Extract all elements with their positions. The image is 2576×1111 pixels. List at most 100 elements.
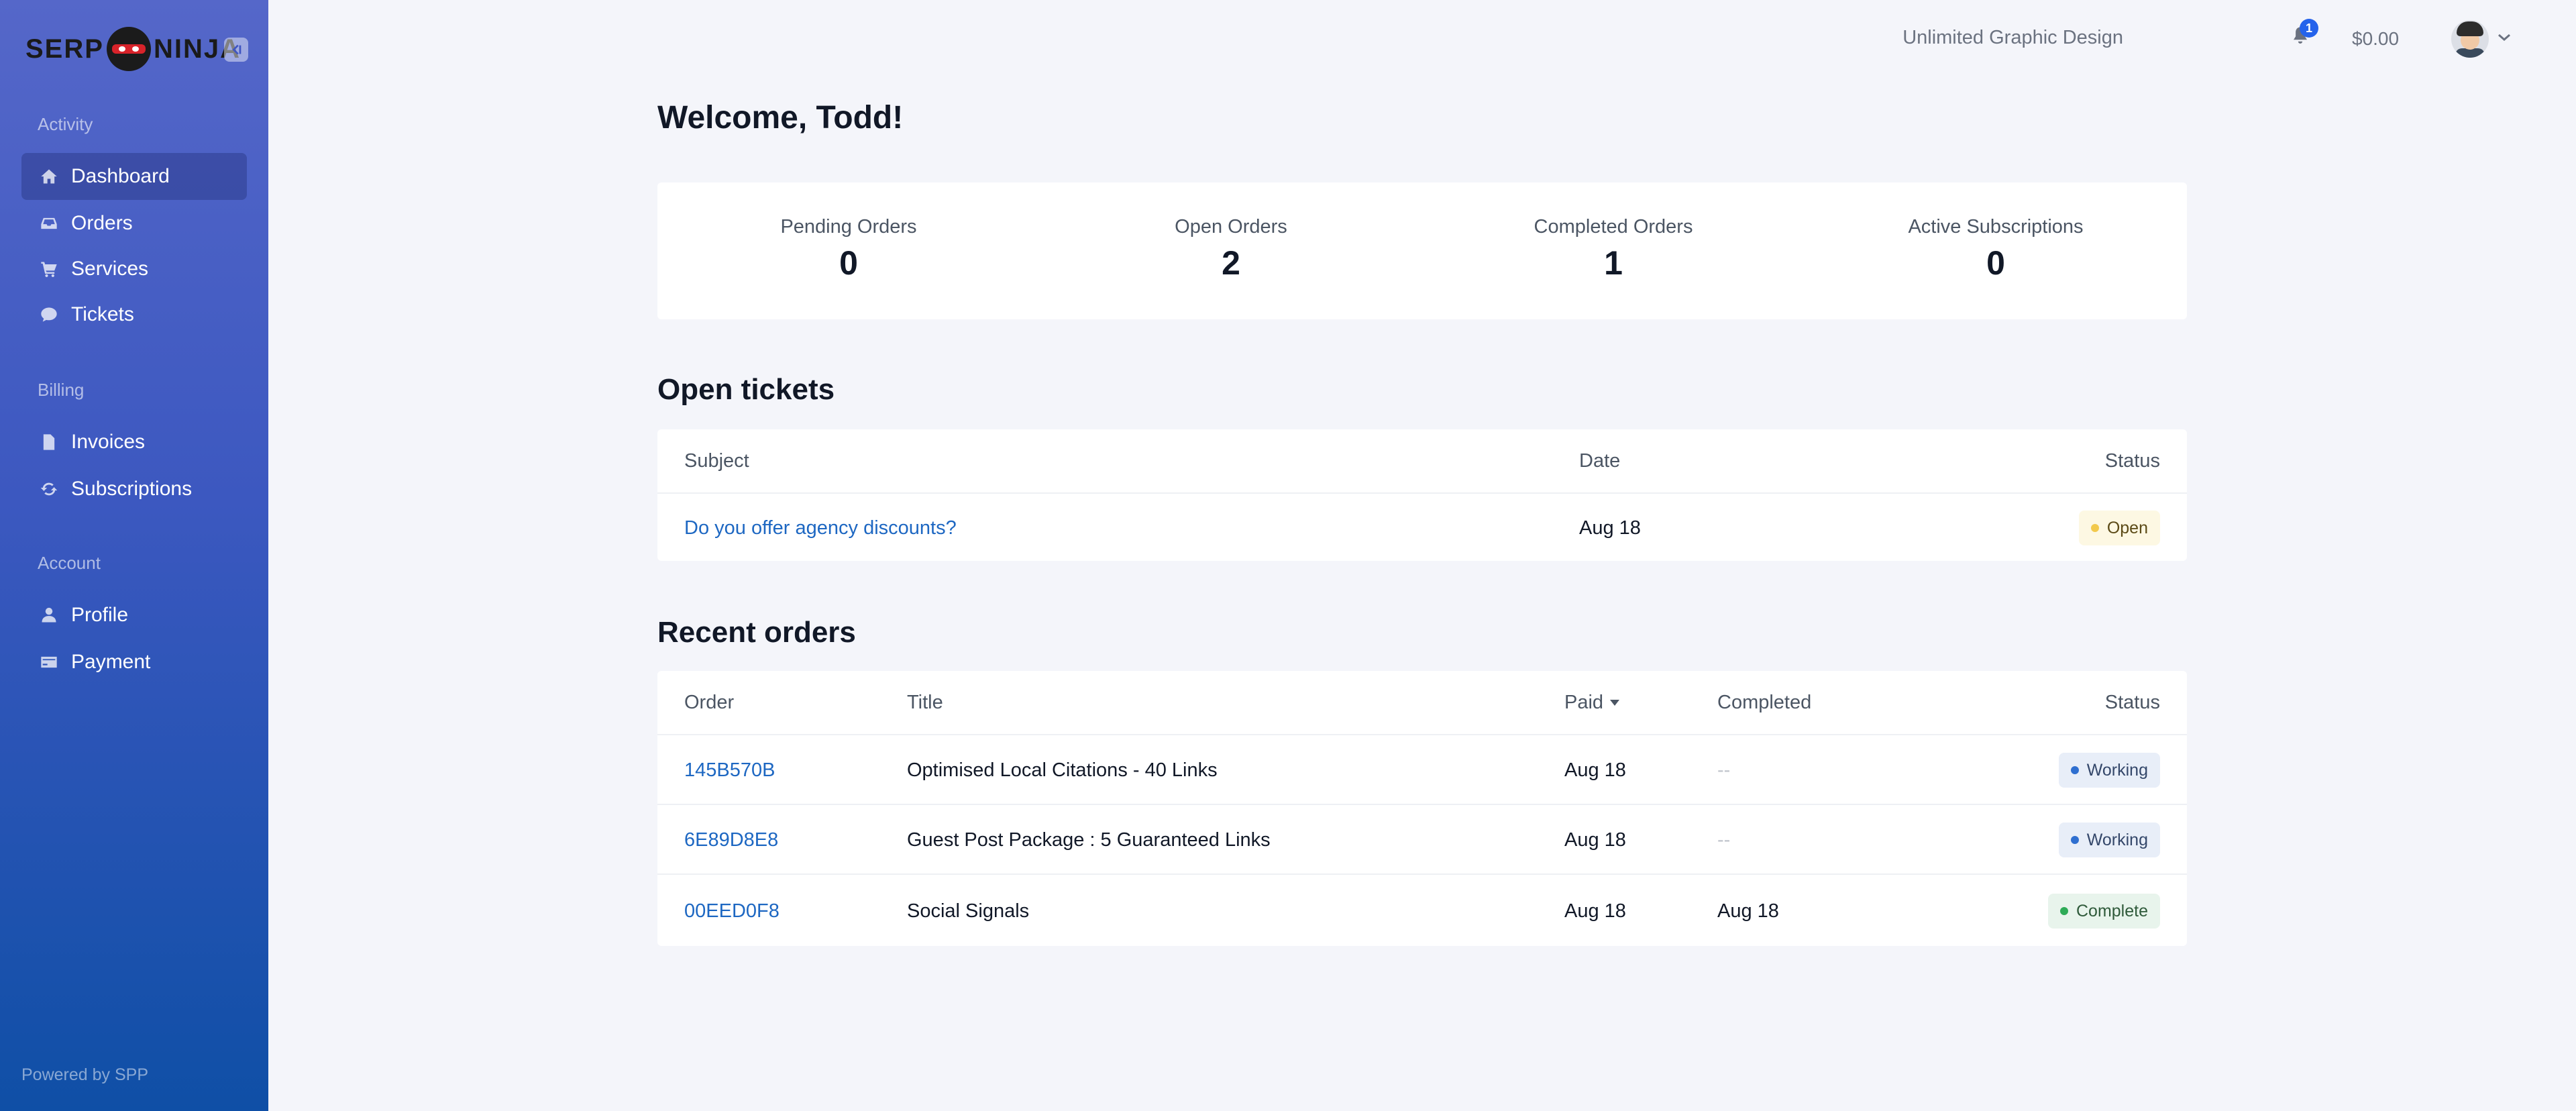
sidebar-item-label: Subscriptions: [71, 478, 193, 500]
sidebar-item-profile[interactable]: Profile: [21, 592, 247, 639]
order-id-link[interactable]: 6E89D8E8: [684, 805, 778, 875]
order-title: Guest Post Package : 5 Guaranteed Links: [907, 829, 1271, 851]
table-row[interactable]: 00EED0F8 Social Signals Aug 18 Aug 18 Co…: [657, 874, 2187, 947]
document-icon: [38, 431, 60, 454]
status-label: Working: [2086, 830, 2148, 849]
logo-text-left: SERP: [25, 34, 104, 64]
order-completed-date: Aug 18: [1717, 900, 1779, 922]
refresh-icon: [38, 478, 60, 500]
status-label: Complete: [2076, 901, 2148, 920]
stat-label: Active Subscriptions: [1908, 216, 2084, 237]
sidebar-item-label: Payment: [71, 651, 151, 673]
home-icon: [38, 165, 60, 188]
stat-value: 0: [1986, 244, 2005, 282]
order-paid-date: Aug 18: [1564, 829, 1626, 851]
table-row[interactable]: Do you offer agency discounts? Aug 18 Op…: [657, 492, 2187, 562]
recent-orders-table: Order Title Paid Completed Status 145B57…: [657, 671, 2187, 946]
sidebar-item-label: Services: [71, 258, 149, 280]
status-badge: Working: [2058, 753, 2160, 788]
account-balance[interactable]: $0.00: [2352, 28, 2399, 50]
table-header-row: Order Title Paid Completed Status: [657, 671, 2187, 734]
brand-logo[interactable]: SERP NINJA: [25, 25, 241, 72]
stat-active-subscriptions: Active Subscriptions 0: [1805, 182, 2187, 319]
order-title: Social Signals: [907, 900, 1030, 922]
collapse-sidebar-button[interactable]: [224, 38, 248, 62]
sidebar-item-label: Tickets: [71, 303, 134, 325]
arrow-left-icon: [232, 44, 241, 55]
status-label: Open: [2106, 518, 2148, 537]
sidebar-item-dashboard[interactable]: Dashboard: [21, 153, 247, 200]
order-paid-date: Aug 18: [1564, 900, 1626, 922]
inbox-icon: [38, 212, 60, 235]
sidebar-item-invoices[interactable]: Invoices: [21, 419, 247, 466]
stat-completed-orders: Completed Orders 1: [1422, 182, 1805, 319]
open-tickets-table: Subject Date Status Do you offer agency …: [657, 429, 2187, 561]
order-paid-date: Aug 18: [1564, 759, 1626, 781]
stat-value: 1: [1604, 244, 1623, 282]
section-title-activity: Activity: [38, 114, 93, 134]
sidebar-item-tickets[interactable]: Tickets: [21, 291, 247, 338]
column-header-status: Status: [2104, 449, 2160, 472]
sidebar-item-payment[interactable]: Payment: [21, 639, 247, 686]
table-row[interactable]: 6E89D8E8 Guest Post Package : 5 Guarante…: [657, 804, 2187, 875]
order-title: Optimised Local Citations - 40 Links: [907, 759, 1218, 781]
stat-value: 2: [1222, 244, 1240, 282]
credit-card-icon: [38, 651, 60, 674]
recent-orders-heading: Recent orders: [657, 616, 856, 649]
sidebar-item-subscriptions[interactable]: Subscriptions: [21, 466, 247, 513]
user-icon: [38, 604, 60, 627]
status-dot-icon: [2090, 524, 2099, 532]
open-tickets-heading: Open tickets: [657, 373, 835, 406]
stat-open-orders: Open Orders 2: [1040, 182, 1422, 319]
section-title-account: Account: [38, 553, 101, 573]
column-header-completed: Completed: [1717, 691, 1812, 713]
column-header-order: Order: [684, 691, 735, 713]
status-label: Working: [2086, 760, 2148, 780]
status-dot-icon: [2060, 907, 2068, 915]
topbar: [268, 0, 2576, 78]
column-header-status: Status: [2104, 691, 2160, 713]
chevron-down-icon[interactable]: [2497, 30, 2512, 47]
stat-label: Completed Orders: [1534, 216, 1693, 237]
column-header-subject: Subject: [684, 449, 749, 472]
table-header-row: Subject Date Status: [657, 429, 2187, 492]
ticket-date: Aug 18: [1579, 517, 1641, 539]
cart-icon: [38, 258, 60, 280]
order-id-link[interactable]: 00EED0F8: [684, 875, 780, 947]
chat-icon: [38, 303, 60, 326]
sidebar: SERP NINJA Activity Dashboard Orders Ser…: [0, 0, 268, 1111]
company-name[interactable]: Unlimited Graphic Design: [1902, 27, 2123, 49]
stat-value: 0: [839, 244, 858, 282]
sidebar-item-services[interactable]: Services: [21, 246, 247, 293]
stat-pending-orders: Pending Orders 0: [657, 182, 1040, 319]
column-header-title: Title: [907, 691, 943, 713]
powered-by-link[interactable]: Powered by SPP: [21, 1065, 148, 1085]
column-header-paid[interactable]: Paid: [1564, 671, 1620, 734]
ninja-logo-icon: [106, 27, 151, 71]
column-header-date: Date: [1579, 449, 1621, 472]
stat-label: Pending Orders: [780, 216, 917, 237]
sidebar-item-label: Orders: [71, 212, 133, 234]
table-row[interactable]: 145B570B Optimised Local Citations - 40 …: [657, 734, 2187, 805]
avatar[interactable]: [2451, 20, 2489, 58]
order-completed-date: --: [1717, 829, 1731, 851]
order-id-link[interactable]: 145B570B: [684, 735, 775, 805]
status-dot-icon: [2070, 836, 2079, 844]
order-completed-date: --: [1717, 759, 1731, 781]
sidebar-item-label: Dashboard: [71, 165, 170, 187]
status-dot-icon: [2070, 766, 2079, 774]
sidebar-item-label: Profile: [71, 604, 129, 626]
stat-label: Open Orders: [1175, 216, 1287, 237]
status-badge: Working: [2058, 823, 2160, 857]
status-badge: Open: [2078, 511, 2160, 545]
page-title: Welcome, Todd!: [657, 100, 904, 136]
status-badge: Complete: [2048, 894, 2160, 929]
sidebar-item-label: Invoices: [71, 431, 146, 453]
sort-caret-icon: [1610, 699, 1620, 706]
stats-card: Pending Orders 0 Open Orders 2 Completed…: [657, 182, 2187, 319]
ticket-subject-link[interactable]: Do you offer agency discounts?: [684, 494, 957, 562]
sidebar-item-orders[interactable]: Orders: [21, 200, 247, 247]
paid-header-label: Paid: [1564, 691, 1604, 713]
notification-count-badge: 1: [2300, 19, 2318, 38]
section-title-billing: Billing: [38, 380, 85, 400]
